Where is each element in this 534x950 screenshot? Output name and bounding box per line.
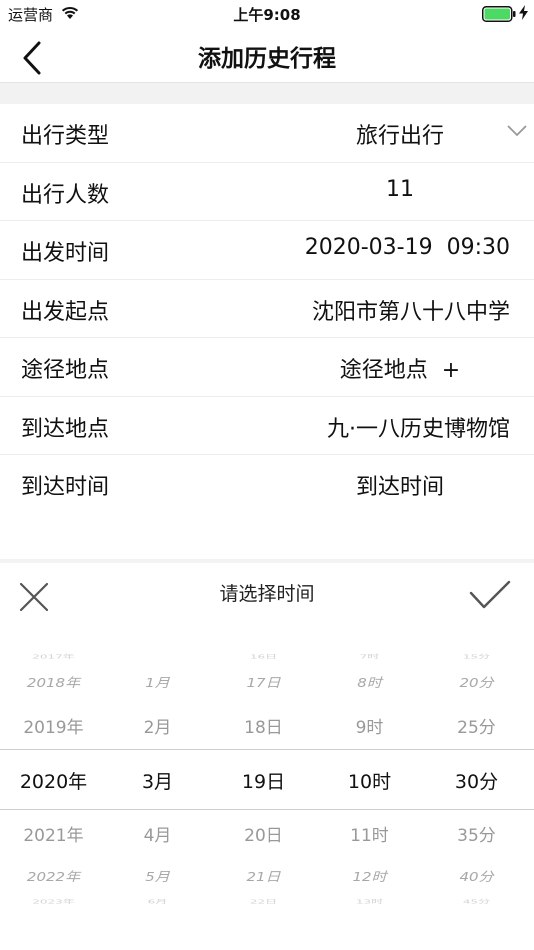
traveler-count-value[interactable]: 11 (270, 177, 530, 202)
wheel-item-selected[interactable]: 30分 (423, 767, 530, 794)
wheel-item[interactable]: 21日 (210, 868, 317, 886)
year-wheel[interactable]: 2017年 2018年 2019年 2020年 2021年 2022年 2023… (0, 640, 107, 910)
wheel-item[interactable]: 18日 (210, 713, 317, 738)
wheel-item[interactable]: 12时 (316, 868, 423, 886)
wheel-item-selected[interactable]: 2020年 (0, 767, 107, 794)
add-waypoint-button[interactable]: 途径地点 + (270, 352, 530, 384)
picker-title: 请选择时间 (219, 583, 315, 605)
checkmark-icon[interactable] (468, 578, 512, 612)
wheel-item[interactable]: 2023年 (0, 898, 107, 906)
picker-header: 请选择时间 (0, 563, 534, 625)
month-wheel[interactable]: 1月 2月 3月 4月 5月 6月 (104, 640, 211, 910)
wheel-item[interactable]: 20分 (423, 674, 530, 692)
charging-bolt-icon (519, 5, 528, 20)
wheel-item[interactable]: 2月 (104, 713, 211, 738)
arrival-time-label: 到达时间 (21, 475, 110, 500)
wheel-item[interactable]: 2022年 (0, 868, 107, 886)
minute-wheel[interactable]: 15分 20分 25分 30分 35分 40分 45分 (423, 640, 530, 910)
traveler-count-label: 出行人数 (21, 182, 110, 208)
departure-time-row[interactable]: 出发时间 2020-03-19 09:30 (0, 221, 534, 280)
wheel-item[interactable]: 5月 (104, 868, 211, 886)
wheel-item-selected[interactable]: 19日 (210, 767, 317, 794)
destination-row[interactable]: 到达地点 九·一八历史博物馆 (0, 397, 534, 455)
wheel-item[interactable]: 35分 (423, 821, 530, 846)
trip-type-row[interactable]: 出行类型 旅行出行 (0, 104, 534, 163)
wheel-item[interactable]: 16日 (210, 653, 317, 661)
page-title: 添加历史行程 (198, 46, 336, 72)
wheel-item[interactable]: 13时 (316, 898, 423, 906)
waypoint-label: 途径地点 (21, 358, 110, 383)
navigation-bar: 添加历史行程 (0, 28, 534, 83)
wheel-item[interactable]: 7时 (316, 653, 423, 661)
day-wheel[interactable]: 16日 17日 18日 19日 20日 21日 22日 (210, 640, 317, 910)
wheel-item[interactable]: 2019年 (0, 713, 107, 738)
wheel-item[interactable]: 25分 (423, 713, 530, 738)
datetime-picker[interactable]: 2017年 2018年 2019年 2020年 2021年 2022年 2023… (0, 640, 534, 910)
departure-time-value[interactable]: 2020-03-19 09:30 (305, 235, 510, 260)
wheel-item-selected[interactable]: 10时 (316, 767, 423, 794)
wheel-item[interactable]: 1月 (104, 674, 211, 692)
section-separator (0, 83, 534, 104)
wheel-item[interactable]: 2017年 (0, 653, 107, 661)
trip-type-label: 出行类型 (21, 124, 110, 149)
hour-wheel[interactable]: 7时 8时 9时 10时 11时 12时 13时 (316, 640, 423, 910)
wheel-item[interactable]: 2018年 (0, 674, 107, 692)
destination-value[interactable]: 九·一八历史博物馆 (327, 411, 510, 443)
departure-origin-value[interactable]: 沈阳市第八十八中学 (312, 294, 510, 326)
wheel-item[interactable]: 17日 (210, 674, 317, 692)
waypoint-row[interactable]: 途径地点 途径地点 + (0, 338, 534, 397)
trip-type-value[interactable]: 旅行出行 (270, 118, 530, 150)
wheel-item[interactable]: 15分 (423, 653, 530, 661)
wheel-item-selected[interactable]: 3月 (104, 767, 211, 794)
arrival-time-row[interactable]: 到达时间 到达时间 (0, 455, 534, 514)
wheel-item[interactable]: 11时 (316, 821, 423, 846)
wheel-item[interactable]: 40分 (423, 868, 530, 886)
wheel-item[interactable]: 9时 (316, 713, 423, 738)
chevron-down-icon[interactable] (506, 124, 528, 138)
arrival-time-value[interactable]: 到达时间 (270, 469, 530, 501)
departure-time-label: 出发时间 (21, 241, 110, 266)
status-bar: 运营商 上午9:08 (0, 0, 534, 28)
traveler-count-row[interactable]: 出行人数 11 (0, 163, 534, 221)
departure-origin-label: 出发起点 (21, 299, 110, 325)
wheel-item[interactable]: 20日 (210, 821, 317, 846)
wheel-item[interactable]: 2021年 (0, 821, 107, 846)
trip-form: 出行类型 旅行出行 出行人数 11 出发时间 2020-03-19 09:30 … (0, 104, 534, 514)
destination-label: 到达地点 (21, 416, 110, 442)
battery-icon (482, 6, 516, 22)
departure-origin-row[interactable]: 出发起点 沈阳市第八十八中学 (0, 280, 534, 338)
wheel-item[interactable]: 6月 (104, 898, 211, 906)
wheel-item[interactable]: 45分 (423, 898, 530, 906)
wheel-item[interactable]: 8时 (316, 674, 423, 692)
status-time: 上午9:08 (233, 6, 301, 24)
wheel-item[interactable]: 22日 (210, 898, 317, 906)
wheel-item[interactable]: 4月 (104, 821, 211, 846)
